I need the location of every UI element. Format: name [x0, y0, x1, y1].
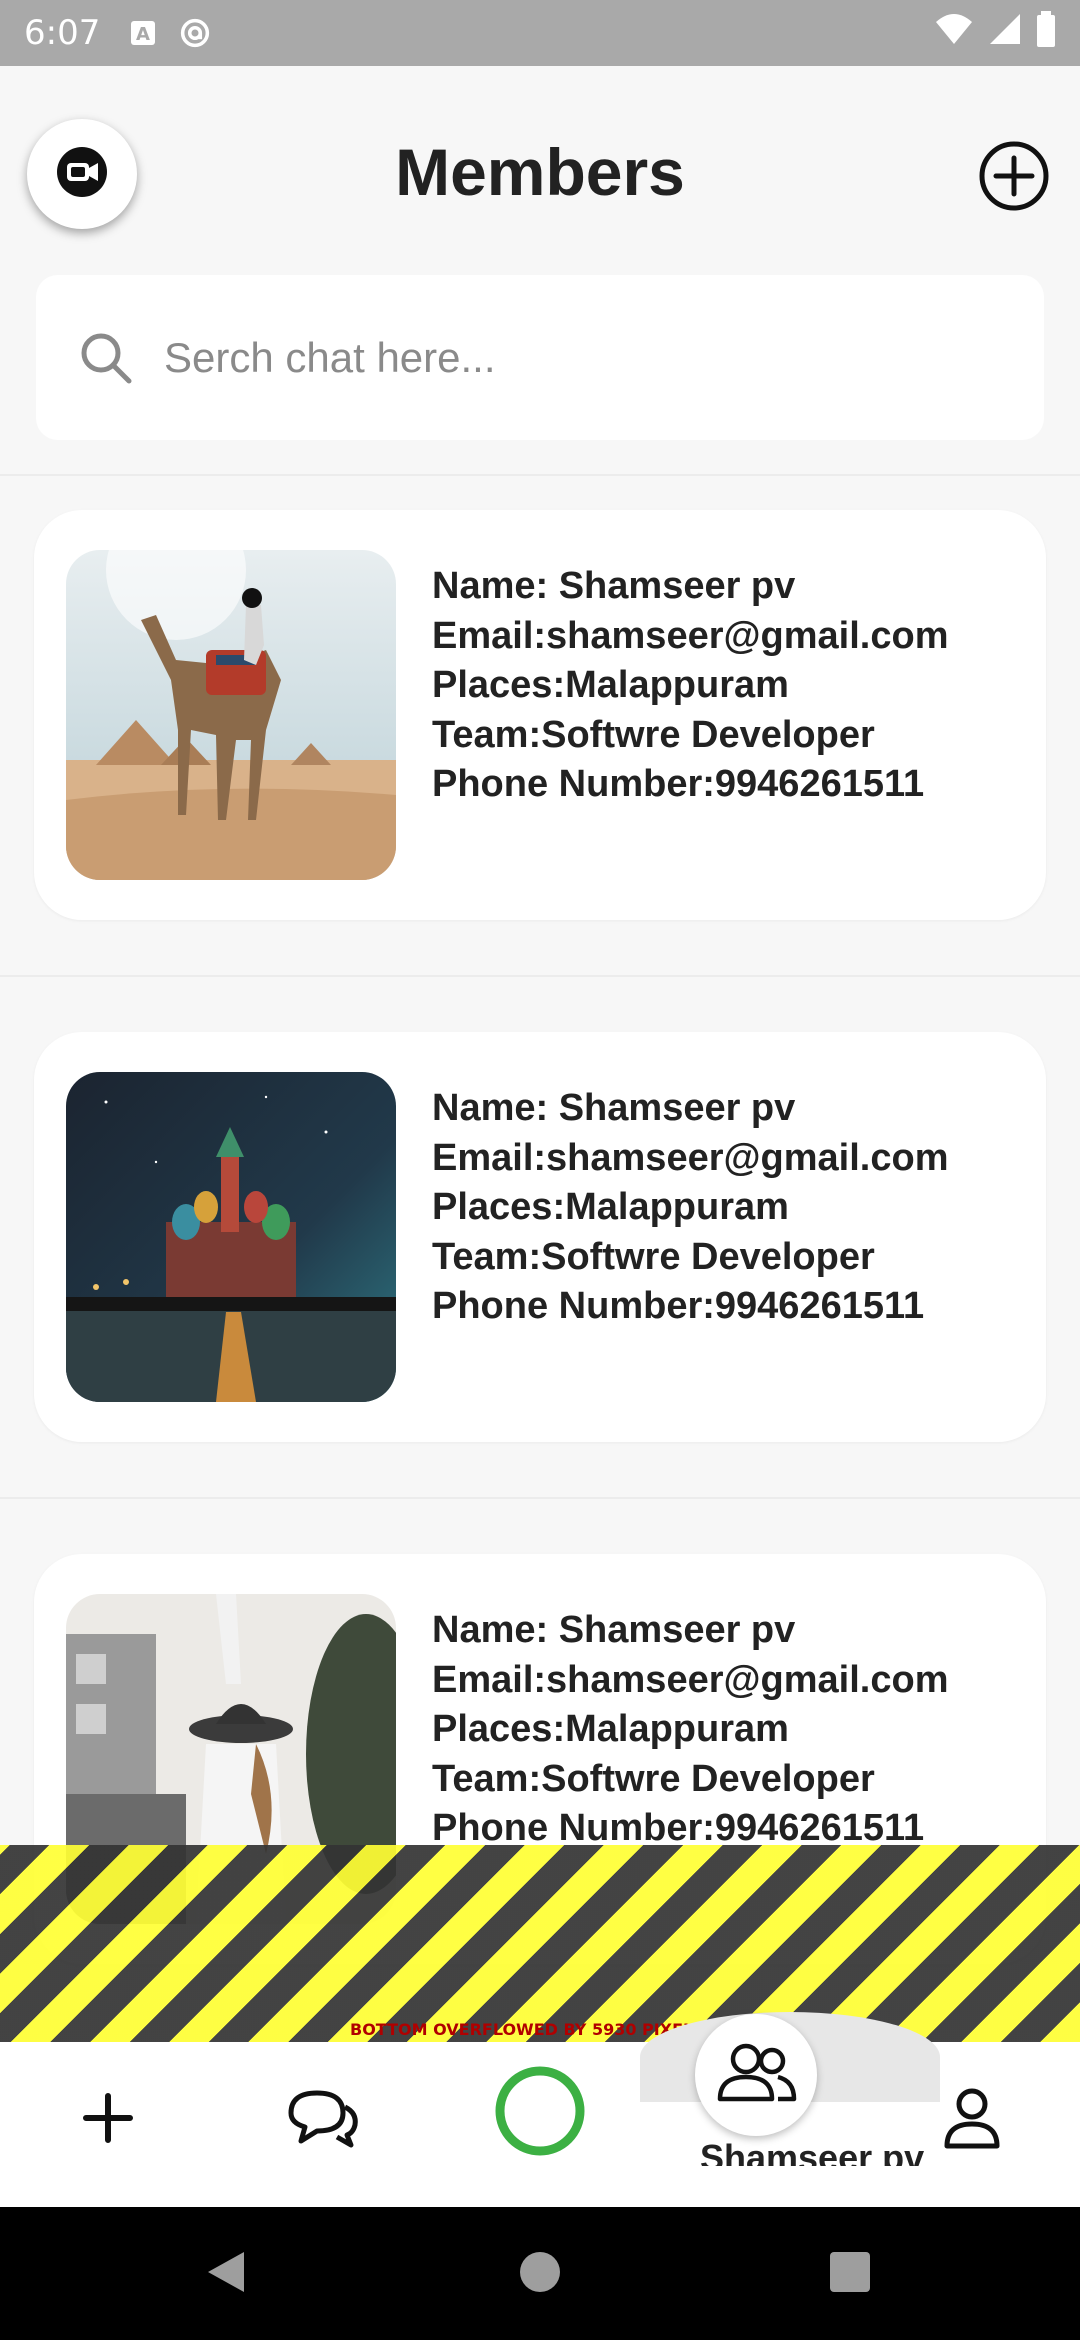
recents-button[interactable] [820, 2247, 880, 2301]
nav-members[interactable] [695, 2014, 817, 2136]
member-name: Name: Shamseer pv [432, 565, 796, 607]
member-place: Places:Malappuram [432, 1186, 789, 1228]
search-icon [76, 328, 136, 388]
home-circle-icon [518, 2250, 562, 2299]
member-name: Name: Shamseer pv [432, 1609, 796, 1651]
system-nav-bar [0, 2207, 1080, 2340]
night-cathedral-photo [66, 1072, 396, 1402]
add-circle-icon [978, 140, 1050, 217]
recents-square-icon [829, 2251, 871, 2298]
member-card[interactable]: Name: Shamseer pv Email:shamseer@gmail.c… [34, 1032, 1046, 1442]
add-icon [80, 2090, 136, 2151]
camel-desert-photo [66, 550, 396, 880]
back-triangle-icon [204, 2248, 248, 2301]
back-button[interactable] [196, 2247, 256, 2301]
nav-members-label: Shamseer pv [700, 2137, 925, 2166]
svg-text:A: A [136, 24, 150, 45]
member-info: Name: Shamseer pv Email:shamseer@gmail.c… [432, 562, 949, 810]
member-info: Name: Shamseer pv Email:shamseer@gmail.c… [432, 1606, 949, 1854]
nav-profile[interactable] [940, 2086, 1004, 2154]
overflow-warning-text: BOTTOM OVERFLOWED BY 5930 PIXELS [350, 2020, 705, 2039]
status-time: 6:07 [24, 13, 101, 53]
chat-bubbles-icon [285, 2085, 361, 2156]
member-email: Email:shamseer@gmail.com [432, 614, 949, 657]
profile-icon [942, 2086, 1002, 2155]
member-phone: Phone Number:9946261511 [432, 763, 925, 805]
member-email: Email:shamseer@gmail.com [432, 1136, 949, 1179]
member-card[interactable]: Name: Shamseer pv Email:shamseer@gmail.c… [34, 510, 1046, 920]
page-title: Members [395, 135, 685, 209]
member-team: Team:Softwre Developer [432, 1235, 875, 1278]
app-header: Members [0, 66, 1080, 276]
member-team: Team:Softwre Developer [432, 1757, 875, 1800]
nav-status[interactable] [494, 2065, 586, 2162]
divider [0, 1497, 1080, 1499]
divider [0, 474, 1080, 476]
bottom-nav: Shamseer pv [0, 2012, 1080, 2207]
home-button[interactable] [510, 2247, 570, 2301]
nav-add[interactable] [76, 2088, 140, 2152]
at-circle-icon [180, 18, 210, 48]
a-box-icon: A [128, 18, 158, 48]
wifi-icon [934, 12, 974, 55]
signal-icon [988, 12, 1022, 55]
member-place: Places:Malappuram [432, 664, 789, 706]
member-phone: Phone Number:9946261511 [432, 1285, 925, 1327]
member-place: Places:Malappuram [432, 1708, 789, 1750]
nav-chats[interactable] [283, 2084, 363, 2156]
status-right-icons [934, 10, 1056, 56]
member-name: Name: Shamseer pv [432, 1087, 796, 1129]
battery-icon [1036, 10, 1056, 56]
member-info: Name: Shamseer pv Email:shamseer@gmail.c… [432, 1084, 949, 1332]
divider [0, 975, 1080, 977]
members-screen: 6:07 A Members Serch chat here... Name: … [0, 0, 1080, 2340]
status-ring-icon [494, 2065, 586, 2162]
search-input[interactable] [164, 333, 964, 382]
search-bar[interactable] [36, 275, 1044, 440]
member-email: Email:shamseer@gmail.com [432, 1658, 949, 1701]
overflow-warning-stripes [0, 1845, 1080, 2042]
member-team: Team:Softwre Developer [432, 713, 875, 756]
add-member-button[interactable] [976, 140, 1052, 216]
status-bar: 6:07 A [0, 0, 1080, 66]
members-icon [712, 2041, 800, 2110]
